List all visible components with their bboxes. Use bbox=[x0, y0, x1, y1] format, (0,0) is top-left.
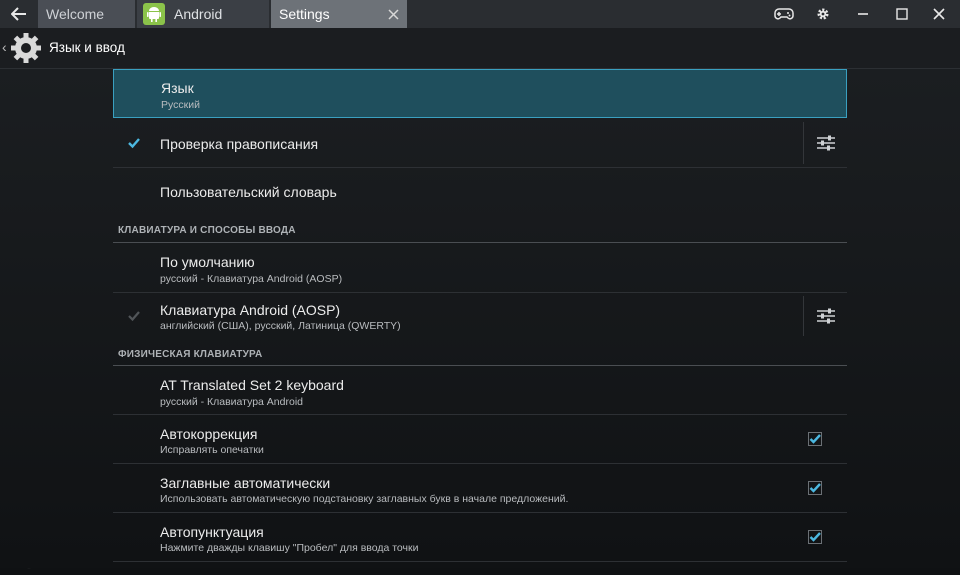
item-title: Язык bbox=[161, 80, 194, 96]
item-subtitle: Исправлять опечатки bbox=[160, 444, 264, 456]
item-title: Автопунктуация bbox=[160, 524, 264, 540]
item-title: Автокоррекция bbox=[160, 426, 258, 442]
item-subtitle: Нажмите дважды клавишу "Пробел" для ввод… bbox=[160, 542, 419, 554]
back-button[interactable] bbox=[0, 0, 38, 28]
settings-button[interactable] bbox=[805, 0, 841, 28]
list-item-default-keyboard[interactable]: По умолчанию русский - Клавиатура Androi… bbox=[113, 243, 847, 293]
section-header-label: ФИЗИЧЕСКАЯ КЛАВИАТУРА bbox=[118, 349, 263, 360]
aosp-keyboard-settings-button[interactable] bbox=[803, 296, 848, 336]
list-item-at-keyboard[interactable]: AT Translated Set 2 keyboard русский - К… bbox=[113, 366, 847, 415]
section-header-physical: ФИЗИЧЕСКАЯ КЛАВИАТУРА bbox=[113, 340, 847, 366]
minimize-icon bbox=[858, 13, 868, 15]
close-icon[interactable] bbox=[385, 6, 401, 22]
item-title: AT Translated Set 2 keyboard bbox=[160, 377, 344, 393]
checkbox-checked-icon[interactable] bbox=[808, 530, 822, 544]
list-item-language[interactable]: Язык Русский bbox=[113, 69, 847, 118]
item-title: Пользовательский словарь bbox=[160, 184, 337, 200]
checkbox-checked-icon[interactable] bbox=[127, 309, 141, 323]
item-subtitle: русский - Клавиатура Android bbox=[160, 396, 303, 408]
close-button[interactable] bbox=[921, 0, 957, 28]
list-item-user-dictionary[interactable]: Пользовательский словарь bbox=[113, 168, 847, 216]
chevron-left-icon[interactable]: ‹ bbox=[2, 39, 7, 55]
list-item-autocorrect[interactable]: Автокоррекция Исправлять опечатки bbox=[113, 415, 847, 464]
action-bar: ‹ Язык и ввод bbox=[0, 28, 960, 69]
item-title: По умолчанию bbox=[160, 254, 255, 270]
maximize-icon bbox=[896, 8, 908, 20]
item-subtitle: русский - Клавиатура Android (AOSP) bbox=[160, 273, 343, 285]
tab-welcome[interactable]: Welcome bbox=[38, 0, 135, 28]
minimize-button[interactable] bbox=[845, 0, 881, 28]
spellcheck-settings-button[interactable] bbox=[803, 122, 848, 164]
item-subtitle: английский (США), русский, Латиница (QWE… bbox=[160, 320, 401, 332]
tab-label: Welcome bbox=[46, 6, 105, 22]
settings-list: Язык Русский Проверка правописания Польз… bbox=[113, 69, 847, 562]
list-item-autopunct[interactable]: Автопунктуация Нажмите дважды клавишу "П… bbox=[113, 513, 847, 562]
tab-label: Android bbox=[174, 6, 223, 22]
list-item-aosp-keyboard[interactable]: Клавиатура Android (AOSP) английский (СШ… bbox=[113, 293, 847, 340]
close-icon bbox=[933, 8, 945, 20]
arrow-left-icon bbox=[11, 7, 26, 21]
item-title: Заглавные автоматически bbox=[160, 475, 331, 491]
item-title: Клавиатура Android (AOSP) bbox=[160, 302, 341, 318]
checkbox-checked-icon[interactable] bbox=[808, 432, 822, 446]
section-header-keyboards: КЛАВИАТУРА И СПОСОБЫ ВВОДА bbox=[113, 216, 847, 243]
list-item-autocaps[interactable]: Заглавные автоматически Использовать авт… bbox=[113, 464, 847, 513]
android-icon bbox=[143, 3, 165, 25]
item-subtitle: Использовать автоматическую подстановку … bbox=[160, 493, 569, 505]
tab-label: Settings bbox=[279, 6, 330, 22]
checkbox-checked-icon[interactable] bbox=[127, 136, 141, 150]
gamepad-icon bbox=[774, 8, 794, 20]
section-header-label: КЛАВИАТУРА И СПОСОБЫ ВВОДА bbox=[118, 225, 296, 236]
tab-android[interactable]: Android bbox=[137, 0, 269, 28]
gear-icon bbox=[817, 8, 829, 20]
page-title: Язык и ввод bbox=[49, 40, 125, 55]
settings-content: Язык Русский Проверка правописания Польз… bbox=[0, 69, 960, 568]
sliders-icon bbox=[817, 308, 835, 324]
tab-bar: Welcome Android Settings bbox=[0, 0, 960, 28]
item-subtitle: Русский bbox=[161, 99, 200, 111]
tab-settings[interactable]: Settings bbox=[271, 0, 407, 28]
settings-gear-icon[interactable] bbox=[9, 31, 43, 65]
sliders-icon bbox=[817, 135, 835, 151]
gamepad-button[interactable] bbox=[766, 0, 802, 28]
item-title: Проверка правописания bbox=[160, 136, 319, 152]
checkbox-checked-icon[interactable] bbox=[808, 481, 822, 495]
maximize-button[interactable] bbox=[884, 0, 920, 28]
list-item-spellcheck[interactable]: Проверка правописания bbox=[113, 118, 847, 168]
